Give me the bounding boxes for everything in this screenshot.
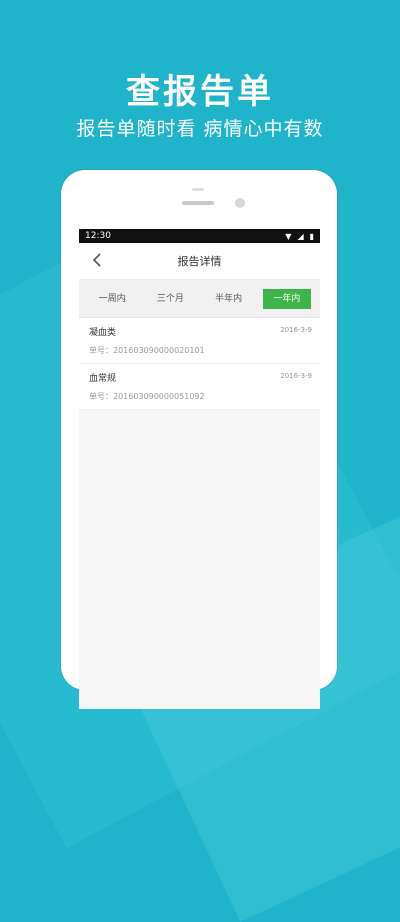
report-date: 2016-3-9 bbox=[280, 372, 312, 380]
phone-screen: 12:30 ▼ ◢ ▮ 报告详情 一周内 三个月 半年内 一年内 凝血类 201… bbox=[79, 229, 320, 709]
report-item[interactable]: 凝血类 2016-3-9 单号：201603090000020101 bbox=[79, 318, 320, 364]
battery-icon: ▮ bbox=[309, 231, 314, 241]
report-date: 2016-3-9 bbox=[280, 326, 312, 334]
phone-speaker bbox=[182, 201, 214, 205]
tab-half-year[interactable]: 半年内 bbox=[205, 289, 253, 309]
report-number: 单号：201603090000020101 bbox=[89, 346, 205, 355]
tab-three-months[interactable]: 三个月 bbox=[146, 289, 194, 309]
report-list: 凝血类 2016-3-9 单号：201603090000020101 血常规 2… bbox=[79, 318, 320, 410]
phone-camera bbox=[235, 198, 245, 208]
phone-mockup: 12:30 ▼ ◢ ▮ 报告详情 一周内 三个月 半年内 一年内 凝血类 201… bbox=[61, 170, 337, 709]
signal-icon: ◢ bbox=[297, 231, 304, 241]
tab-one-week[interactable]: 一周内 bbox=[88, 289, 136, 309]
promo-headline: 查报告单 bbox=[126, 72, 274, 112]
report-item[interactable]: 血常规 2016-3-9 单号：201603090000051092 bbox=[79, 364, 320, 410]
promo-subline: 报告单随时看 病情心中有数 bbox=[76, 118, 324, 140]
time-range-tabs: 一周内 三个月 半年内 一年内 bbox=[79, 280, 320, 318]
report-title: 凝血类 bbox=[89, 328, 117, 338]
nav-bar: 报告详情 bbox=[79, 243, 320, 280]
status-time: 12:30 bbox=[85, 231, 111, 241]
status-icons: ▼ ◢ ▮ bbox=[285, 232, 314, 241]
page-title: 报告详情 bbox=[177, 255, 222, 268]
tab-one-year[interactable]: 一年内 bbox=[262, 288, 311, 309]
phone-sensor bbox=[192, 188, 204, 191]
status-bar: 12:30 ▼ ◢ ▮ bbox=[79, 229, 320, 243]
report-number: 单号：201603090000051092 bbox=[89, 392, 205, 401]
report-title: 血常规 bbox=[89, 374, 117, 384]
wifi-icon: ▼ bbox=[285, 231, 292, 241]
back-icon[interactable] bbox=[89, 252, 105, 268]
